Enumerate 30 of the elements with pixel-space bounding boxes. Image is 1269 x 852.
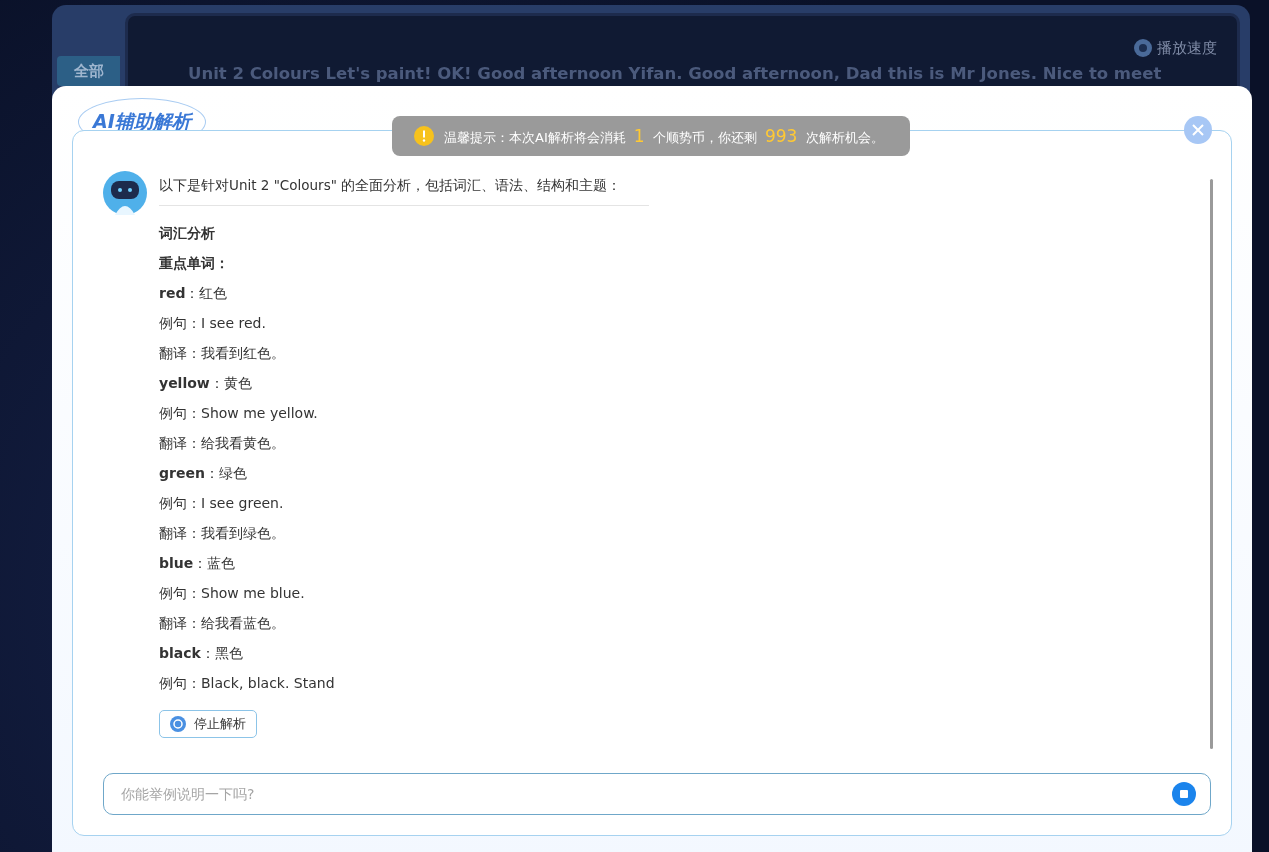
analysis-line: red：红色: [159, 284, 229, 303]
analysis-line: 翻译：我看到红色。: [159, 344, 286, 363]
section-heading: 重点单词：: [159, 254, 230, 273]
close-icon: [1192, 124, 1204, 136]
question-input[interactable]: 你能举例说明一下吗?: [103, 773, 1211, 815]
scrollbar[interactable]: [1210, 179, 1213, 749]
transcript-text: Unit 2 Colours Let's paint! OK! Good afternoon Yifan. Good afternoon, Dad this is Mr Jones. Nice to meet: [188, 64, 1162, 83]
analysis-line: 例句：Show me yellow.: [159, 404, 319, 423]
analysis-line: yellow：黄色: [159, 374, 253, 393]
question-input-text[interactable]: 你能举例说明一下吗?: [119, 785, 1172, 803]
intro-text: 以下是针对Unit 2 "Colours" 的全面分析，包括词汇、语法、结构和主题：: [159, 171, 649, 206]
warning-icon: [414, 126, 434, 146]
section-heading: 词汇分析: [159, 224, 216, 243]
analysis-line: 例句：Show me blue.: [159, 584, 306, 603]
notice-text: 温馨提示：本次AI解析将会消耗 1 个顺势币，你还剩 993 次解析机会。: [444, 125, 884, 147]
analysis-line: blue：蓝色: [159, 554, 237, 573]
analysis-line: 例句：I see red.: [159, 314, 267, 333]
category-tab[interactable]: 全部: [57, 56, 120, 86]
stop-analysis-button[interactable]: 停止解析: [159, 710, 257, 738]
analysis-line: 例句：I see green.: [159, 494, 285, 513]
analysis-line: 翻译：给我看蓝色。: [159, 614, 286, 633]
analysis-line: green：绿色: [159, 464, 248, 483]
analysis-line: black：黑色: [159, 644, 244, 663]
analysis-line: 例句：Black, black. Stand: [159, 674, 336, 693]
playback-speed-label[interactable]: 播放速度: [1157, 38, 1217, 58]
analysis-line: 翻译：我看到绿色。: [159, 524, 286, 543]
stop-button[interactable]: [1172, 782, 1196, 806]
robot-avatar-icon: [103, 171, 147, 215]
analysis-line: 翻译：给我看黄色。: [159, 434, 286, 453]
close-button[interactable]: [1184, 116, 1212, 144]
